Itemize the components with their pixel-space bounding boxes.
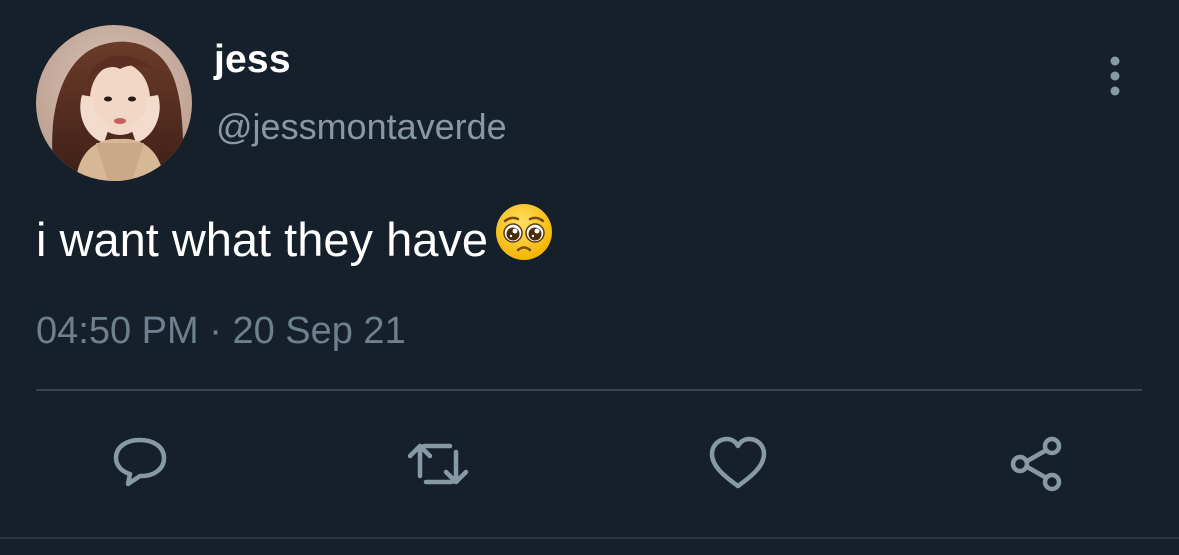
retweet-icon: [407, 443, 469, 485]
tweet-date: 20 Sep 21: [232, 310, 406, 352]
tweet-text: i want what they have: [36, 204, 554, 279]
tweet-card: jess @jessmontaverde i want what they ha…: [0, 0, 1179, 555]
tweet-timestamp[interactable]: 04:50 PM · 20 Sep 21: [36, 310, 406, 353]
reply-icon: [113, 437, 167, 487]
avatar-image: [36, 25, 192, 181]
like-button[interactable]: [706, 432, 770, 496]
pleading-face-icon: [494, 202, 554, 273]
tweet-time: 04:50 PM: [36, 310, 199, 352]
retweet-button[interactable]: [406, 432, 470, 496]
share-button[interactable]: [1004, 432, 1068, 496]
vertical-dots-icon: [1110, 56, 1120, 96]
user-handle[interactable]: @jessmontaverde: [216, 106, 507, 148]
reply-button[interactable]: [108, 432, 172, 496]
divider: [36, 389, 1142, 391]
timestamp-separator: ·: [209, 310, 222, 352]
share-icon: [1010, 436, 1062, 492]
tweet-text-content: i want what they have: [36, 212, 488, 266]
more-options-button[interactable]: [1098, 52, 1132, 100]
avatar[interactable]: [36, 25, 192, 181]
bottom-divider: [0, 537, 1179, 539]
display-name[interactable]: jess: [214, 38, 291, 82]
heart-icon: [709, 436, 767, 489]
